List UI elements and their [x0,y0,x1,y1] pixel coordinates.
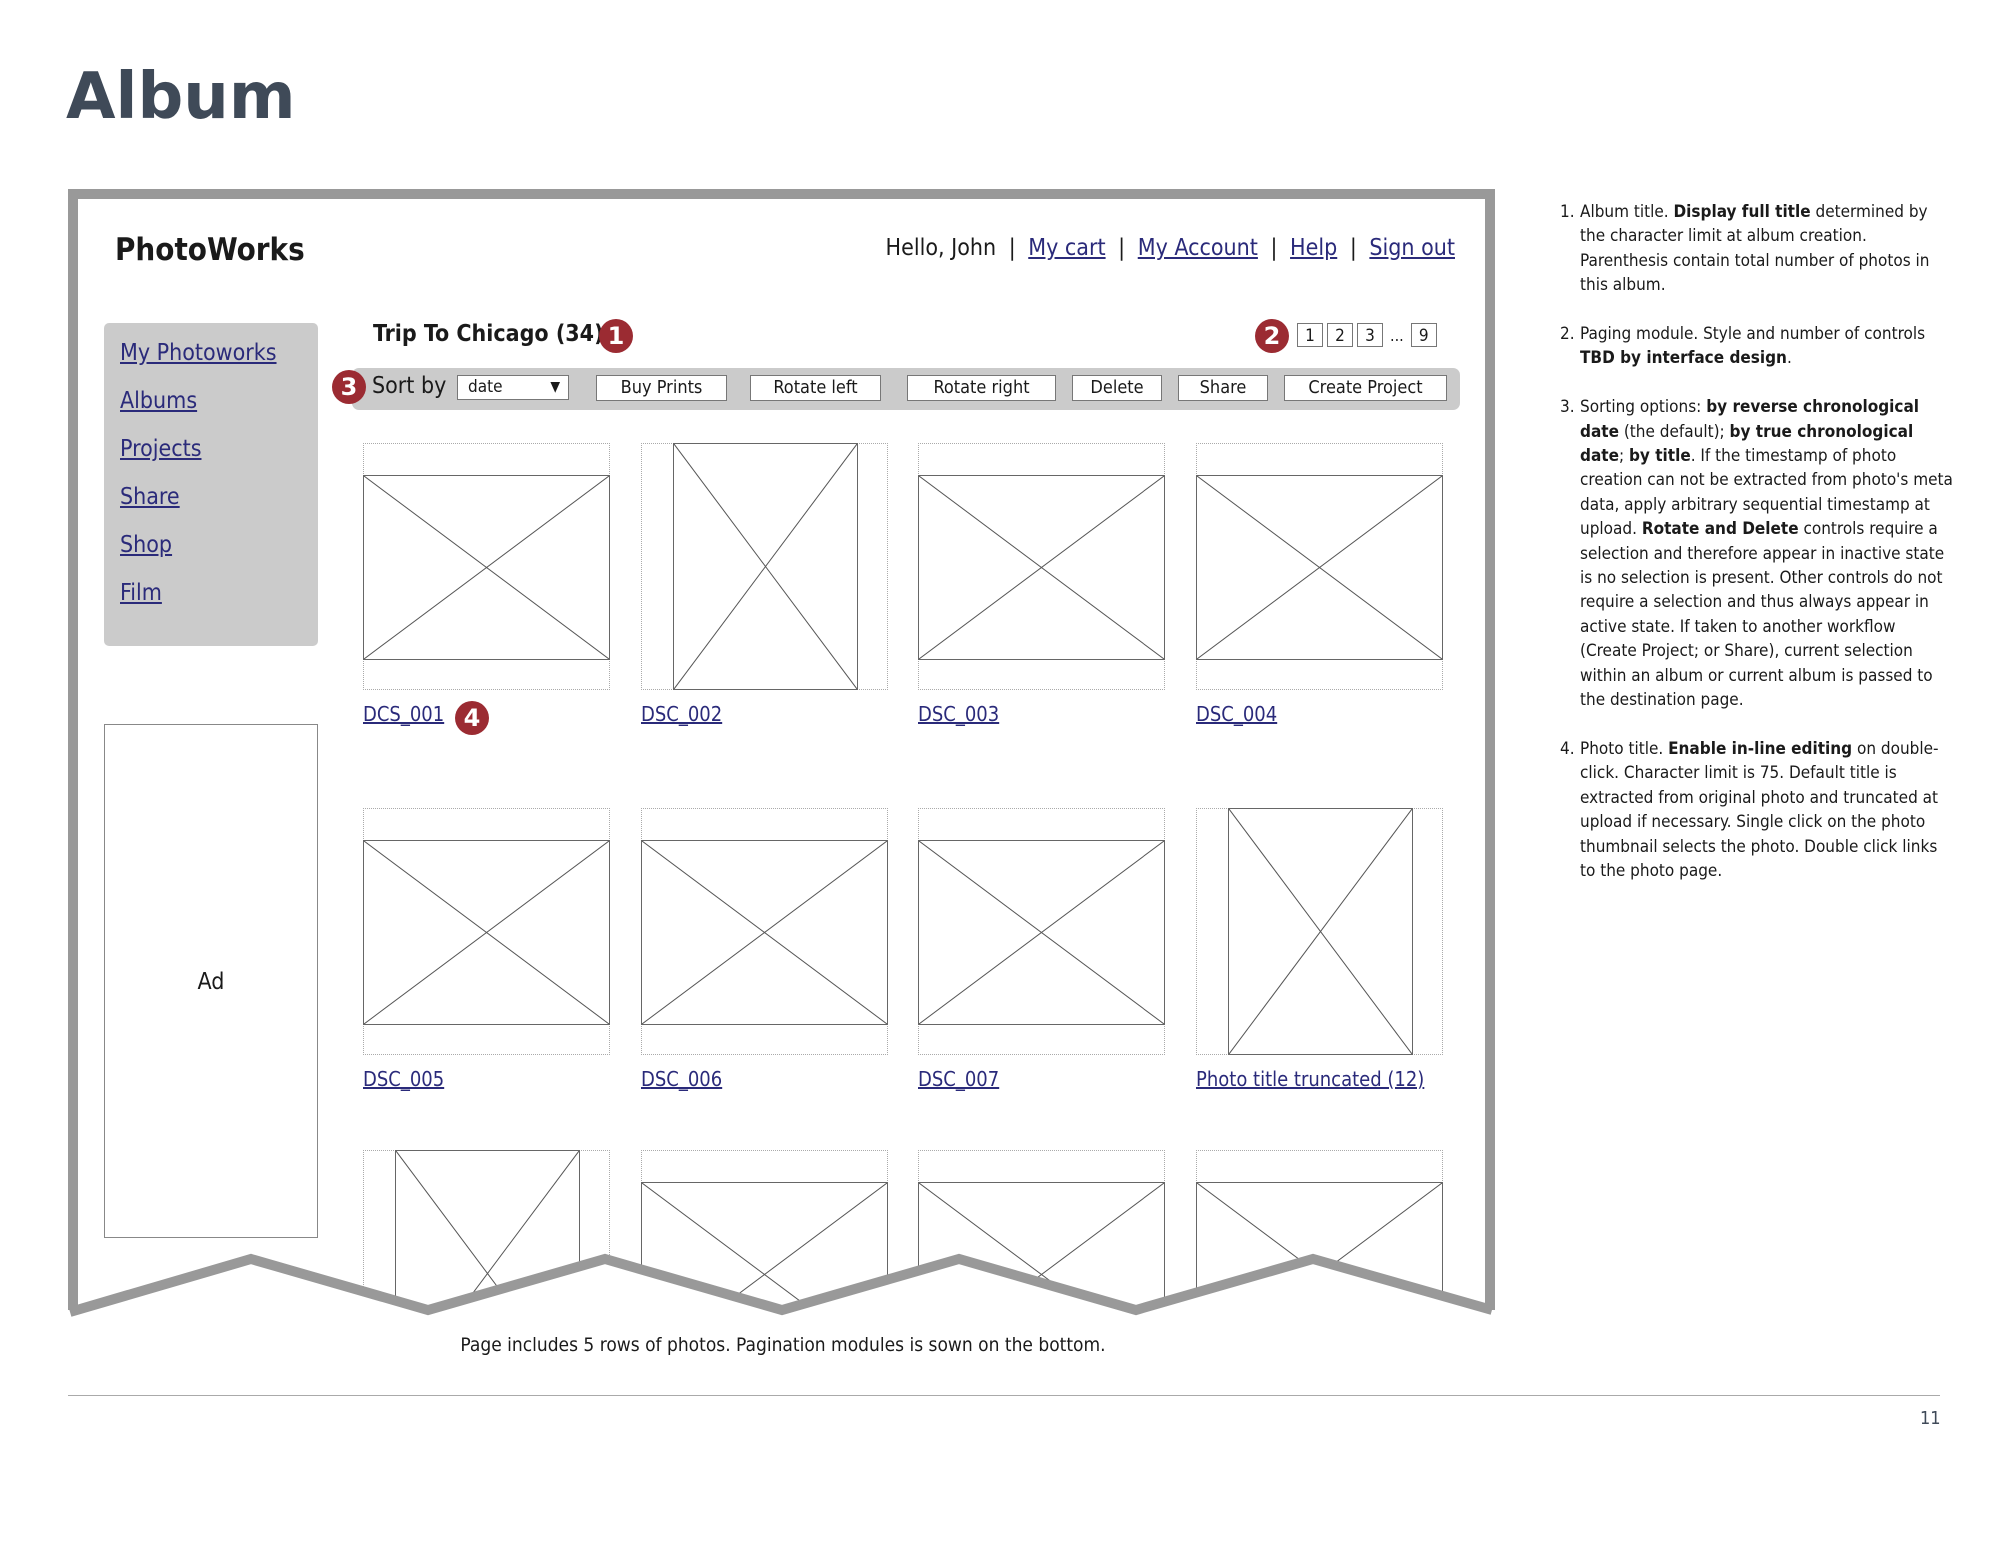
note-text: controls require a selection and therefo… [1580,519,1945,711]
note-emphasis: Rotate and Delete [1641,519,1799,540]
note-emphasis: by title [1628,446,1691,467]
note-number: 4. [1560,738,1575,759]
note-number: 3. [1560,397,1575,418]
torn-edge-mask [68,1259,1490,1400]
note-emphasis: TBD by interface design [1580,348,1787,369]
note-text: Paging module. Style and number of contr… [1580,324,1926,345]
note-number: 1. [1560,202,1575,222]
frame-outline [68,189,1495,1310]
note-text: ; [1618,446,1629,467]
note-text: Album title. [1580,202,1674,222]
annotation-notes: 1. Album title. Display full title determ… [1556,200,1956,908]
note-emphasis: Display full title [1673,202,1811,222]
divider [68,1395,1940,1396]
page-number: 11 [1920,1408,1941,1429]
note-item: 3. Sorting options: by reverse chronologi… [1556,395,1956,712]
footer-caption: Page includes 5 rows of photos. Paginati… [460,1334,1106,1356]
note-emphasis: Enable in-line editing [1668,738,1853,759]
note-item: 1. Album title. Display full title determ… [1556,200,1956,298]
note-item: 4. Photo title. Enable in-line editing on… [1556,737,1956,883]
note-text: . [1786,348,1792,369]
note-item: 2. Paging module. Style and number of con… [1556,322,1956,371]
note-text: Photo title. [1580,738,1669,759]
note-text: Sorting options: [1580,397,1707,418]
note-text: on double-click. Character limit is 75. … [1580,738,1939,881]
note-number: 2. [1560,324,1575,345]
note-text: (the default); [1618,421,1730,442]
